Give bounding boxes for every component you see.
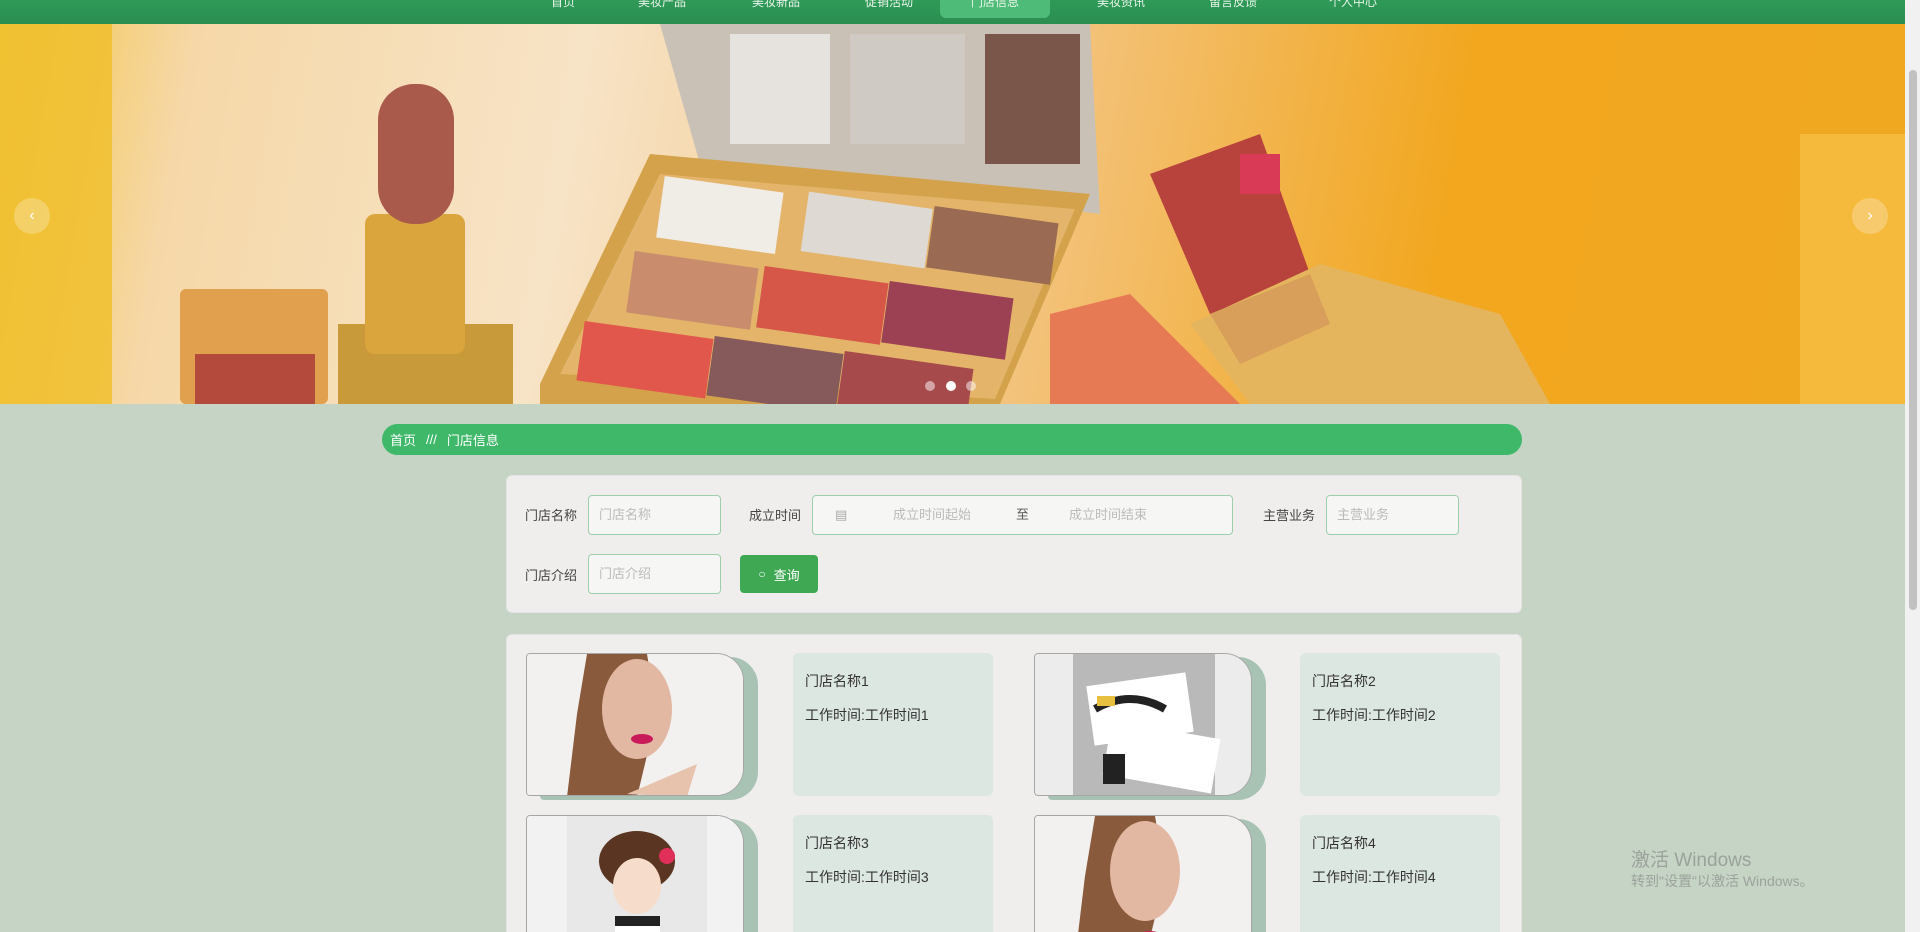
- store-image-1[interactable]: [526, 653, 744, 796]
- store-name: 门店名称3: [805, 835, 869, 851]
- banner-prev-button[interactable]: ‹: [14, 198, 50, 234]
- store-info-3[interactable]: 门店名称3 工作时间:工作时间3: [793, 815, 993, 932]
- store-photo-4: [1035, 816, 1251, 932]
- breadcrumb: 首页 /// 门店信息: [382, 424, 1522, 455]
- nav-item-new[interactable]: 美妆新品: [721, 0, 831, 18]
- banner-dot-1[interactable]: [925, 381, 935, 391]
- activation-watermark-title: 激活 Windows: [1631, 850, 1752, 871]
- breadcrumb-home[interactable]: 首页: [390, 430, 416, 449]
- calendar-icon: ▤: [835, 507, 848, 522]
- nav-item-stores[interactable]: 门店信息: [940, 0, 1050, 18]
- scrollbar-thumb[interactable]: [1909, 70, 1917, 610]
- store-name-label: 门店名称: [525, 508, 578, 523]
- search-button[interactable]: ○ 查询: [740, 555, 818, 593]
- store-photo-3: [527, 816, 743, 932]
- intro-input[interactable]: 门店介绍: [588, 554, 721, 594]
- store-info-2[interactable]: 门店名称2 工作时间:工作时间2: [1300, 653, 1500, 796]
- founded-start-input[interactable]: 成立时间起始: [893, 496, 971, 534]
- store-image-2[interactable]: [1034, 653, 1252, 796]
- store-photo-1: [527, 654, 743, 795]
- store-info-1[interactable]: 门店名称1 工作时间:工作时间1: [793, 653, 993, 796]
- store-name-input[interactable]: 门店名称: [588, 495, 721, 535]
- founded-time-label: 成立时间: [749, 508, 802, 523]
- store-hours: 工作时间:工作时间1: [805, 707, 929, 723]
- search-icon: ○: [758, 567, 766, 581]
- founded-to-label: 至: [1016, 507, 1030, 522]
- store-name: 门店名称1: [805, 673, 869, 689]
- founded-time-range[interactable]: ▤ 成立时间起始 至 成立时间结束: [812, 495, 1233, 535]
- nav-item-home[interactable]: 首页: [508, 0, 618, 18]
- store-image-3[interactable]: [526, 815, 744, 932]
- store-info-4[interactable]: 门店名称4 工作时间:工作时间4: [1300, 815, 1500, 932]
- banner-next-button[interactable]: ›: [1852, 198, 1888, 234]
- store-hours: 工作时间:工作时间3: [805, 869, 929, 885]
- top-nav: 首页 美妆产品 美妆新品 促销活动 门店信息 美妆资讯 留言反馈 个人中心: [0, 0, 1905, 24]
- banner-dot-3[interactable]: [966, 381, 976, 391]
- business-label: 主营业务: [1263, 508, 1316, 523]
- search-button-label: 查询: [773, 567, 800, 583]
- nav-item-promo[interactable]: 促销活动: [834, 0, 944, 18]
- nav-item-news[interactable]: 美妆资讯: [1066, 0, 1176, 18]
- nav-item-products[interactable]: 美妆产品: [607, 0, 717, 18]
- founded-end-input[interactable]: 成立时间结束: [1069, 496, 1147, 534]
- banner-carousel: ‹ ›: [0, 24, 1905, 404]
- intro-label: 门店介绍: [525, 568, 578, 583]
- store-hours: 工作时间:工作时间4: [1312, 869, 1436, 885]
- nav-item-feedback[interactable]: 留言反馈: [1178, 0, 1288, 18]
- store-name: 门店名称4: [1312, 835, 1376, 851]
- business-input[interactable]: 主营业务: [1326, 495, 1459, 535]
- store-hours: 工作时间:工作时间2: [1312, 707, 1436, 723]
- breadcrumb-current: 门店信息: [446, 433, 499, 448]
- banner-dot-2[interactable]: [946, 381, 956, 391]
- store-name: 门店名称2: [1312, 673, 1376, 689]
- store-image-4[interactable]: [1034, 815, 1252, 932]
- banner-image: [0, 24, 1905, 404]
- activation-watermark-subtitle: 转到"设置"以激活 Windows。: [1631, 873, 1814, 889]
- breadcrumb-separator: ///: [426, 432, 437, 447]
- store-photo-2: [1035, 654, 1251, 795]
- page-scrollbar[interactable]: [1905, 0, 1920, 932]
- nav-item-profile[interactable]: 个人中心: [1298, 0, 1408, 18]
